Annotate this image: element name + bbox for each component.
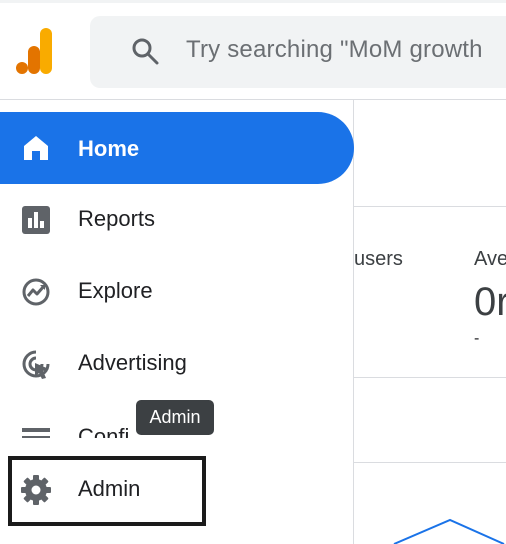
sidebar-item-advertising[interactable]: Advertising <box>0 328 354 398</box>
home-icon <box>20 132 52 164</box>
admin-tooltip: Admin <box>136 400 214 435</box>
metric-users-label: users <box>354 248 403 270</box>
divider <box>354 377 506 378</box>
sidebar-item-label: Reports <box>78 206 156 231</box>
explore-icon <box>20 276 52 308</box>
metric-ave-label: Ave <box>474 248 506 270</box>
admin-highlight-box <box>8 456 206 526</box>
main-header-band <box>354 100 506 207</box>
sidebar-item-reports[interactable]: Reports <box>0 184 354 254</box>
top-app-bar: Try searching "MoM growth <box>0 0 506 100</box>
analytics-logo-icon[interactable] <box>16 28 58 74</box>
search-input[interactable]: Try searching "MoM growth <box>186 36 483 64</box>
sidebar-item-label: Confi <box>78 424 130 438</box>
sidebar-item-home[interactable]: Home <box>0 112 354 184</box>
configure-icon <box>20 426 52 438</box>
sidebar-item-label: Advertising <box>78 350 187 375</box>
metric-ave-change: - <box>474 330 480 347</box>
metric-ave-value: 0r <box>474 280 506 324</box>
sidebar-item-explore[interactable]: Explore <box>0 256 354 326</box>
divider <box>354 462 506 463</box>
advertising-icon <box>20 348 52 380</box>
top-border <box>0 0 506 3</box>
search-icon[interactable] <box>130 36 160 66</box>
sidebar-item-label: Explore <box>78 278 153 303</box>
reports-icon <box>20 204 52 236</box>
chart-fragment <box>354 510 506 544</box>
sidebar-item-label: Home <box>78 136 140 161</box>
